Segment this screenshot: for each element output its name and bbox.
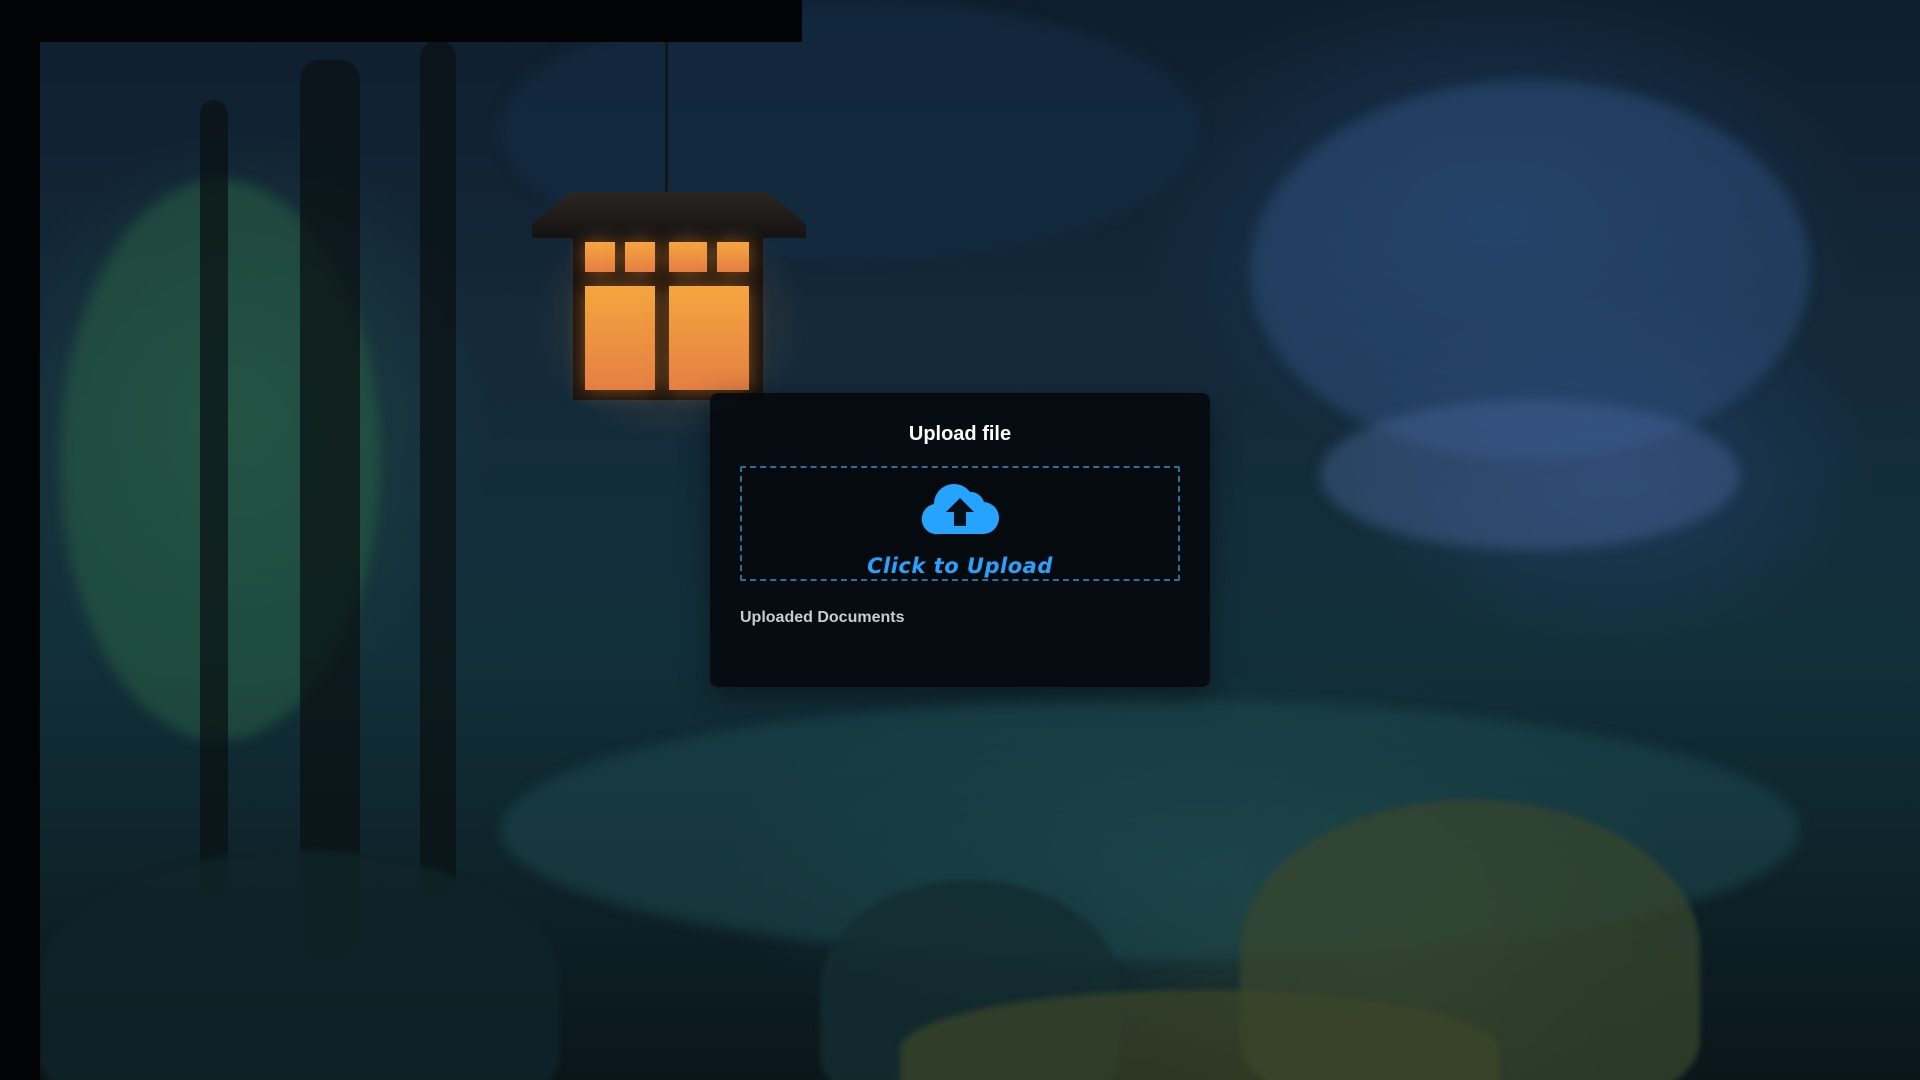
upload-title: Upload file [908, 423, 1012, 445]
bush-left [40, 850, 560, 1080]
upload-dropzone-label: Click to Upload [867, 554, 1053, 578]
mist [1320, 400, 1740, 550]
upload-card: Upload file Click to Upload Uploaded Doc… [710, 393, 1210, 687]
lantern [573, 238, 763, 400]
lantern-roof [532, 192, 806, 238]
tree-trunk-1 [300, 60, 360, 960]
tree-trunk-3 [200, 100, 228, 900]
lantern-pane [585, 286, 655, 390]
left-edge-bar [0, 0, 40, 1080]
uploaded-documents-heading: Uploaded Documents [740, 609, 905, 626]
lantern-pane [717, 242, 749, 272]
lantern-pane [669, 286, 749, 390]
cloud-upload-icon [921, 484, 1000, 535]
top-edge-bar [0, 0, 802, 42]
lantern-pane [669, 242, 707, 272]
lantern-pane [585, 242, 615, 272]
lantern-pane [625, 242, 655, 272]
upload-dropzone[interactable]: Click to Upload [740, 466, 1180, 581]
lantern-chain [665, 42, 668, 197]
tree-trunk-2 [420, 40, 456, 900]
